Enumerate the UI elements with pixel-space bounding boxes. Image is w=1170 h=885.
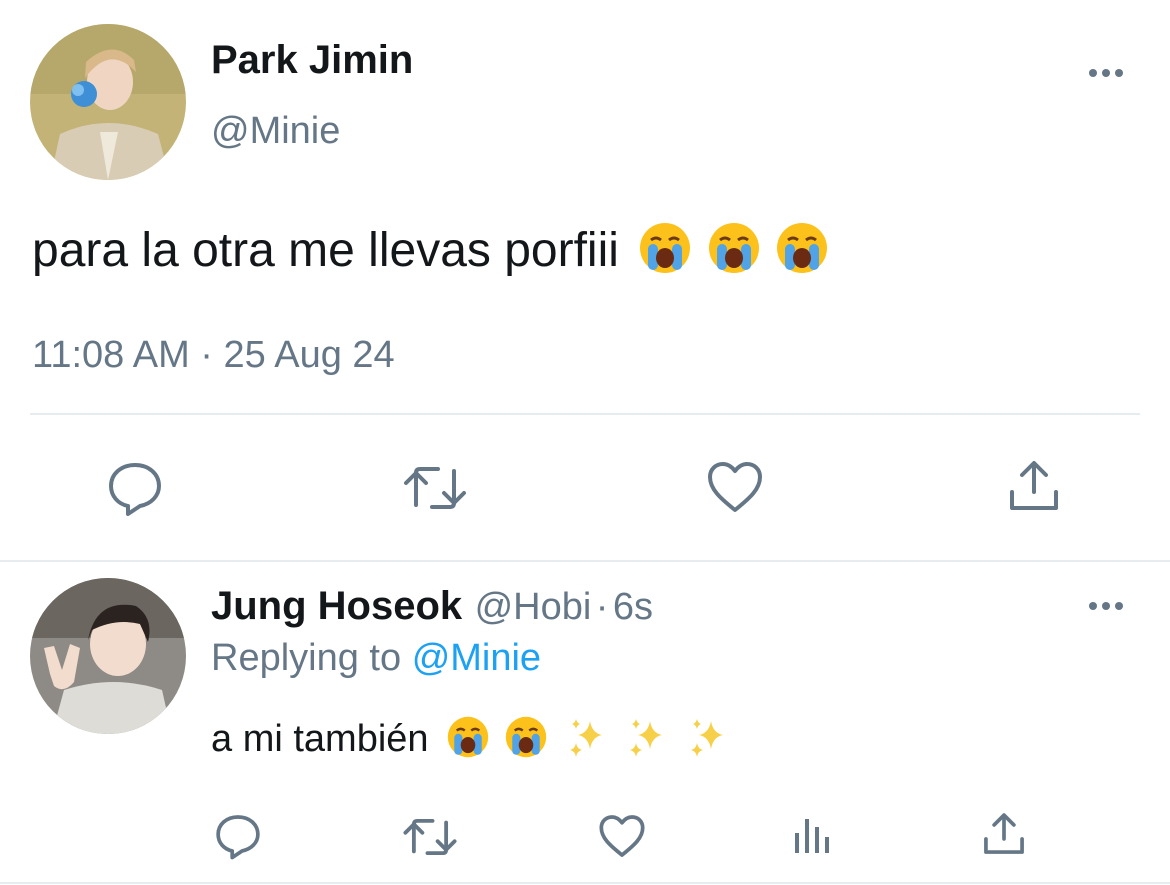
replying-to-label: Replying to bbox=[211, 637, 402, 679]
like-icon bbox=[599, 815, 645, 857]
sparkles-icon bbox=[689, 717, 727, 762]
retweet-icon bbox=[404, 467, 466, 509]
like-button[interactable] bbox=[706, 460, 764, 514]
share-icon bbox=[1010, 461, 1058, 510]
tweet-text-row: para la otra me llevas porfiii bbox=[32, 222, 840, 279]
avatar[interactable] bbox=[30, 24, 186, 180]
retweet-button[interactable] bbox=[402, 461, 468, 515]
reply-author-name[interactable]: Jung Hoseok bbox=[211, 584, 462, 628]
like-icon bbox=[708, 462, 762, 512]
tweet-date: 25 Aug 24 bbox=[223, 334, 395, 376]
reply-separator: · bbox=[595, 586, 609, 628]
replying-to: Replying to @Minie bbox=[211, 637, 541, 680]
crying-face-icon bbox=[776, 222, 828, 279]
crying-face-icon bbox=[505, 716, 547, 763]
reply-share-button[interactable] bbox=[981, 811, 1027, 857]
reply-avatar-image bbox=[30, 578, 186, 734]
more-options-icon[interactable] bbox=[1087, 66, 1127, 85]
retweet-icon bbox=[403, 818, 457, 856]
reply-more-options-icon[interactable] bbox=[1087, 599, 1127, 618]
reply-analytics-button[interactable] bbox=[793, 815, 833, 855]
crying-face-icon bbox=[639, 222, 691, 279]
reply-author-handle[interactable]: @Hobi bbox=[475, 586, 592, 628]
reply-text-row: a mi también bbox=[211, 716, 745, 763]
share-icon bbox=[984, 813, 1024, 854]
reply-like-button[interactable] bbox=[598, 813, 646, 859]
sparkles-icon bbox=[628, 717, 666, 762]
crying-face-icon bbox=[447, 716, 489, 763]
reply-header: Jung Hoseok @Hobi · 6s bbox=[211, 584, 653, 629]
replying-to-link[interactable]: @Minie bbox=[412, 637, 541, 679]
avatar-image bbox=[30, 24, 186, 180]
analytics-icon bbox=[795, 819, 829, 853]
divider bbox=[30, 413, 1140, 415]
reply-icon bbox=[216, 815, 260, 860]
reply-button[interactable] bbox=[106, 459, 164, 517]
tweet-time: 11:08 AM bbox=[32, 334, 190, 376]
reply-retweet-button[interactable] bbox=[402, 814, 458, 860]
reply-text: a mi también bbox=[211, 718, 429, 760]
bottom-divider bbox=[0, 882, 1170, 884]
reply-icon bbox=[109, 463, 161, 516]
meta-separator: · bbox=[200, 334, 213, 376]
share-button[interactable] bbox=[1006, 458, 1062, 514]
reply-reply-button[interactable] bbox=[214, 812, 262, 860]
tweet-text: para la otra me llevas porfiii bbox=[32, 224, 619, 277]
crying-face-icon bbox=[708, 222, 760, 279]
tweet-timestamp[interactable]: 11:08 AM · 25 Aug 24 bbox=[32, 334, 395, 377]
author-handle[interactable]: @Minie bbox=[211, 110, 340, 153]
author-name[interactable]: Park Jimin bbox=[211, 38, 413, 83]
reply-age[interactable]: 6s bbox=[613, 586, 653, 628]
reply-avatar[interactable] bbox=[30, 578, 186, 734]
sparkles-icon bbox=[568, 717, 606, 762]
section-divider bbox=[0, 560, 1170, 562]
